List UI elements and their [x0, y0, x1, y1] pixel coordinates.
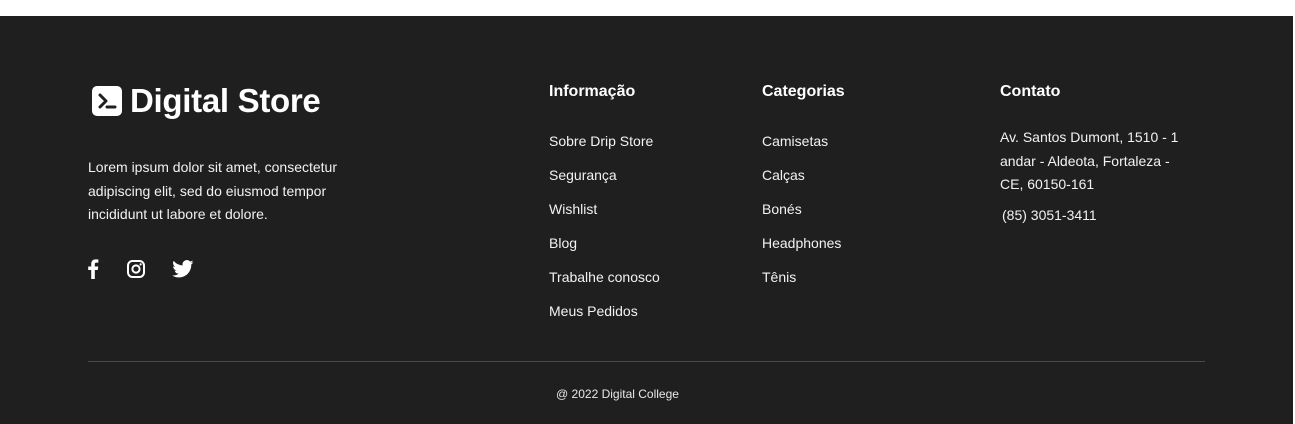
categories-column: Categorias Camisetas Calças Bonés Headph… [762, 82, 942, 302]
brand-name: Digital Store [130, 82, 321, 119]
info-link-wishlist[interactable]: Wishlist [549, 200, 729, 218]
category-link-calcas[interactable]: Calças [762, 166, 942, 184]
contact-address: Av. Santos Dumont, 1510 - 1 andar - Alde… [1000, 126, 1205, 197]
logo[interactable]: Digital Store [88, 82, 388, 120]
category-link-tenis[interactable]: Tênis [762, 268, 942, 286]
info-links: Sobre Drip Store Segurança Wishlist Blog… [549, 132, 729, 320]
address-line: CE, 60150-161 [1000, 176, 1095, 192]
facebook-icon[interactable] [88, 257, 100, 281]
contact-title: Contato [1000, 83, 1061, 100]
footer-divider [88, 361, 1205, 362]
info-link-pedidos[interactable]: Meus Pedidos [549, 302, 729, 320]
copyright: @ 2022 Digital College [556, 387, 679, 401]
address-line: Av. Santos Dumont, 1510 - 1 [1000, 129, 1179, 145]
brand-column: Digital Store Lorem ipsum dolor sit amet… [88, 82, 388, 281]
social-links [88, 257, 388, 281]
instagram-icon[interactable] [126, 257, 146, 281]
category-link-headphones[interactable]: Headphones [762, 234, 942, 252]
info-column: Informação Sobre Drip Store Segurança Wi… [549, 82, 729, 336]
info-link-trabalhe[interactable]: Trabalhe conosco [549, 268, 729, 286]
info-link-seguranca[interactable]: Segurança [549, 166, 729, 184]
categories-links: Camisetas Calças Bonés Headphones Tênis [762, 132, 942, 286]
site-footer: Digital Store Lorem ipsum dolor sit amet… [0, 16, 1295, 424]
category-link-bones[interactable]: Bonés [762, 200, 942, 218]
contact-column: Contato Av. Santos Dumont, 1510 - 1 anda… [1000, 82, 1205, 225]
info-link-blog[interactable]: Blog [549, 234, 729, 252]
brand-description: Lorem ipsum dolor sit amet, consectetur … [88, 159, 337, 222]
info-link-sobre[interactable]: Sobre Drip Store [549, 132, 729, 150]
contact-phone[interactable]: (85) 3051-3411 [1002, 205, 1205, 225]
page: Digital Store Lorem ipsum dolor sit amet… [0, 0, 1295, 424]
category-link-camisetas[interactable]: Camisetas [762, 132, 942, 150]
info-title: Informação [549, 83, 636, 100]
twitter-icon[interactable] [172, 257, 194, 281]
terminal-icon [92, 86, 122, 116]
categories-title: Categorias [762, 83, 845, 100]
address-line: andar - Aldeota, Fortaleza - [1000, 152, 1170, 169]
